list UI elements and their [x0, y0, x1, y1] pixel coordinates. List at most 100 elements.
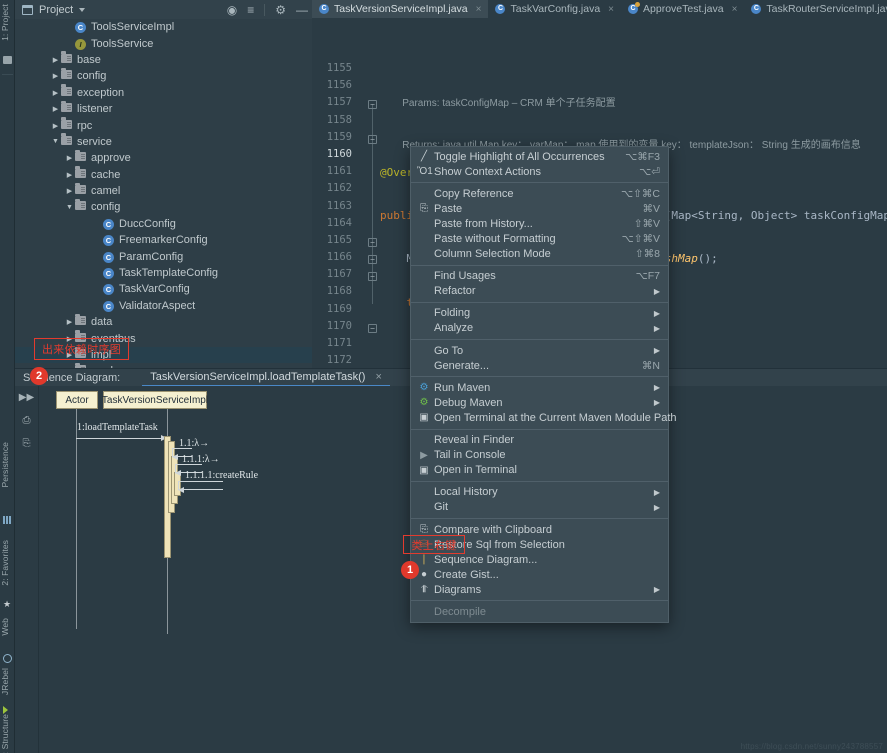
menu-item[interactable]: Go To ▶	[411, 343, 668, 358]
chevron-right-icon[interactable]: ▶	[65, 154, 74, 162]
anno-rightclick-box: 类上右键	[403, 535, 465, 554]
sequence-diagram-tab[interactable]: TaskVersionServiceImpl.loadTemplateTask(…	[142, 369, 390, 387]
chevron-right-icon[interactable]: ▶	[51, 105, 60, 113]
menu-item[interactable]: ⎘ Paste ⌘V	[411, 201, 668, 216]
menu-item[interactable]: Copy Reference ⌥⇧⌘C	[411, 186, 668, 201]
menu-item[interactable]: ⚙ Debug Maven ▶	[411, 395, 668, 410]
menu-item[interactable]: Paste without Formatting ⌥⇧⌘V	[411, 231, 668, 246]
tree-row[interactable]: C DuccConfig	[15, 216, 312, 232]
editor-tab-bar[interactable]: C TaskVersionServiceImpl.java × C TaskVarCon…	[312, 0, 887, 18]
chevron-right-icon[interactable]: ▶	[65, 171, 74, 179]
close-icon[interactable]: ×	[476, 4, 482, 15]
rail-item-project[interactable]: 1: Project	[0, 4, 15, 41]
fold-mark-icon[interactable]: −	[368, 135, 377, 144]
close-icon[interactable]: ×	[608, 4, 614, 15]
tree-row[interactable]: ▼ service	[15, 133, 312, 150]
fold-mark-icon[interactable]: −	[368, 324, 377, 333]
menu-item[interactable]: Reveal in Finder	[411, 433, 668, 448]
fold-mark-icon[interactable]: −	[368, 100, 377, 109]
tree-row[interactable]: C TaskVarConfig	[15, 281, 312, 297]
chevron-right-icon[interactable]: ▶	[51, 72, 60, 80]
tree-row[interactable]: ▶ base	[15, 51, 312, 68]
fold-mark-icon[interactable]: −	[368, 255, 377, 264]
chevron-right-icon[interactable]: ▶	[51, 56, 60, 64]
chevron-right-icon[interactable]: ▶	[51, 122, 60, 130]
tree-row[interactable]: ▼ config	[15, 198, 312, 215]
rail-item-structure[interactable]: 7: Structure	[0, 714, 15, 753]
tree-row[interactable]: C ValidatorAspect	[15, 298, 312, 314]
menu-item-shortcut: ⌥⌘F3	[625, 150, 660, 163]
minimize-icon[interactable]: —	[296, 4, 308, 16]
menu-item[interactable]: Find Usages ⌥F7	[411, 269, 668, 284]
menu-item[interactable]: Local History ▶	[411, 485, 668, 500]
menu-item[interactable]: ● Create Gist...	[411, 567, 668, 582]
fold-mark-icon[interactable]: −	[368, 272, 377, 281]
rail-item-jrebel[interactable]: JRebel	[0, 668, 15, 695]
fast-forward-icon[interactable]: ▶▶	[19, 392, 34, 403]
chevron-down-icon[interactable]	[79, 7, 86, 12]
menu-separator	[411, 517, 668, 519]
editor-tab[interactable]: C TaskVarConfig.java ×	[488, 0, 621, 18]
fold-mark-icon[interactable]: −	[368, 238, 377, 247]
lifeline-box-service[interactable]: TaskVersionServiceImpl	[102, 391, 208, 409]
tree-row[interactable]: C ToolsServiceImpl	[15, 19, 312, 35]
tree-row[interactable]: I ToolsService	[15, 35, 312, 51]
menu-item[interactable]: ╱ Toggle Highlight of All Occurrences ⌥⌘F3	[411, 149, 668, 164]
tree-row[interactable]: ▶ exception	[15, 84, 312, 101]
java-class-icon: C	[495, 4, 506, 14]
editor-tab[interactable]: C TaskVersionServiceImpl.java ×	[312, 0, 489, 18]
chevron-down-icon[interactable]: ▼	[65, 204, 74, 211]
save-icon[interactable]: ⎘	[23, 438, 31, 449]
target-icon[interactable]: ◉	[227, 4, 237, 16]
editor-tab[interactable]: C ApproveTest.java ×	[621, 0, 744, 18]
tree-row[interactable]: ▶ rpc	[15, 117, 312, 133]
menu-item[interactable]: ▣ Open Terminal at the Current Maven Modu…	[411, 410, 676, 425]
submenu-arrow-icon: ▶	[653, 323, 660, 333]
project-panel-title: Project	[39, 3, 74, 16]
tree-row[interactable]: ▶ camel	[15, 182, 312, 199]
rail-item-web[interactable]: Web	[0, 618, 15, 636]
rail-item-favorites[interactable]: 2: Favorites	[0, 540, 15, 586]
export-icon[interactable]: ⎙	[23, 415, 31, 426]
line-number-gutter: 1155 1156 1157 1158 1159 1160 1161 1162 1163 1164…	[312, 18, 356, 368]
menu-item[interactable]: Column Selection Mode ⇧⌘8	[411, 247, 668, 262]
chevron-down-icon[interactable]: ▼	[51, 138, 60, 145]
project-tree[interactable]: C ToolsServiceImpl I ToolsService ▶ base ▶ conf…	[15, 19, 312, 368]
editor-tab[interactable]: CTaskRouterServiceImpl.java×	[744, 0, 887, 18]
gear-icon[interactable]: ⚙	[275, 4, 286, 16]
menu-item[interactable]: ▣ Open in Terminal	[411, 463, 668, 478]
lightbulb-icon: Ὂ1	[417, 166, 433, 178]
anno-rightclick-text: 类上右键	[411, 539, 457, 552]
menu-item[interactable]: Generate... ⌘N	[411, 358, 668, 373]
menu-item[interactable]: Ὂ1 Show Context Actions ⌥⏎	[411, 164, 668, 179]
chevron-right-icon[interactable]: ▶	[65, 318, 74, 326]
menu-item[interactable]: Analyze ▶	[411, 321, 668, 336]
tree-row-label: FreemarkerConfig	[119, 234, 208, 247]
rail-item-persistence[interactable]: Persistence	[0, 442, 15, 488]
chevron-right-icon[interactable]: ▶	[65, 187, 74, 195]
close-icon[interactable]: ×	[732, 4, 738, 15]
tree-row[interactable]: C FreemarkerConfig	[15, 232, 312, 248]
menu-item[interactable]: Folding ▶	[411, 306, 668, 321]
close-icon[interactable]: ×	[375, 371, 381, 383]
chevron-right-icon[interactable]: ▶	[51, 89, 60, 97]
menu-item[interactable]: ⚙ Run Maven ▶	[411, 380, 668, 395]
code-folding-column[interactable]: − − − − − −	[368, 18, 380, 368]
menu-item[interactable]: ▶ Tail in Console	[411, 448, 668, 463]
tree-row[interactable]: ▶ approve	[15, 149, 312, 166]
tree-row[interactable]: ▶ cache	[15, 166, 312, 183]
tree-row[interactable]: C TaskTemplateConfig	[15, 265, 312, 281]
menu-item[interactable]: ❘ Sequence Diagram...	[411, 552, 668, 567]
lifeline-box-actor[interactable]: Actor	[56, 391, 98, 409]
tree-row-label: ValidatorAspect	[119, 299, 196, 312]
tree-row[interactable]: ▶ listener	[15, 100, 312, 117]
menu-item[interactable]: Paste from History... ⇧⌘V	[411, 216, 668, 231]
collapse-all-icon[interactable]: ≡	[247, 4, 254, 16]
menu-item[interactable]: Git ▶	[411, 500, 668, 515]
menu-item[interactable]: ⥣ Diagrams ▶	[411, 582, 668, 597]
menu-item[interactable]: Refactor ▶	[411, 284, 668, 299]
tree-row[interactable]: C ParamConfig	[15, 248, 312, 264]
menu-separator	[411, 428, 668, 430]
tree-row[interactable]: ▶ data	[15, 313, 312, 330]
tree-row[interactable]: ▶ config	[15, 67, 312, 84]
